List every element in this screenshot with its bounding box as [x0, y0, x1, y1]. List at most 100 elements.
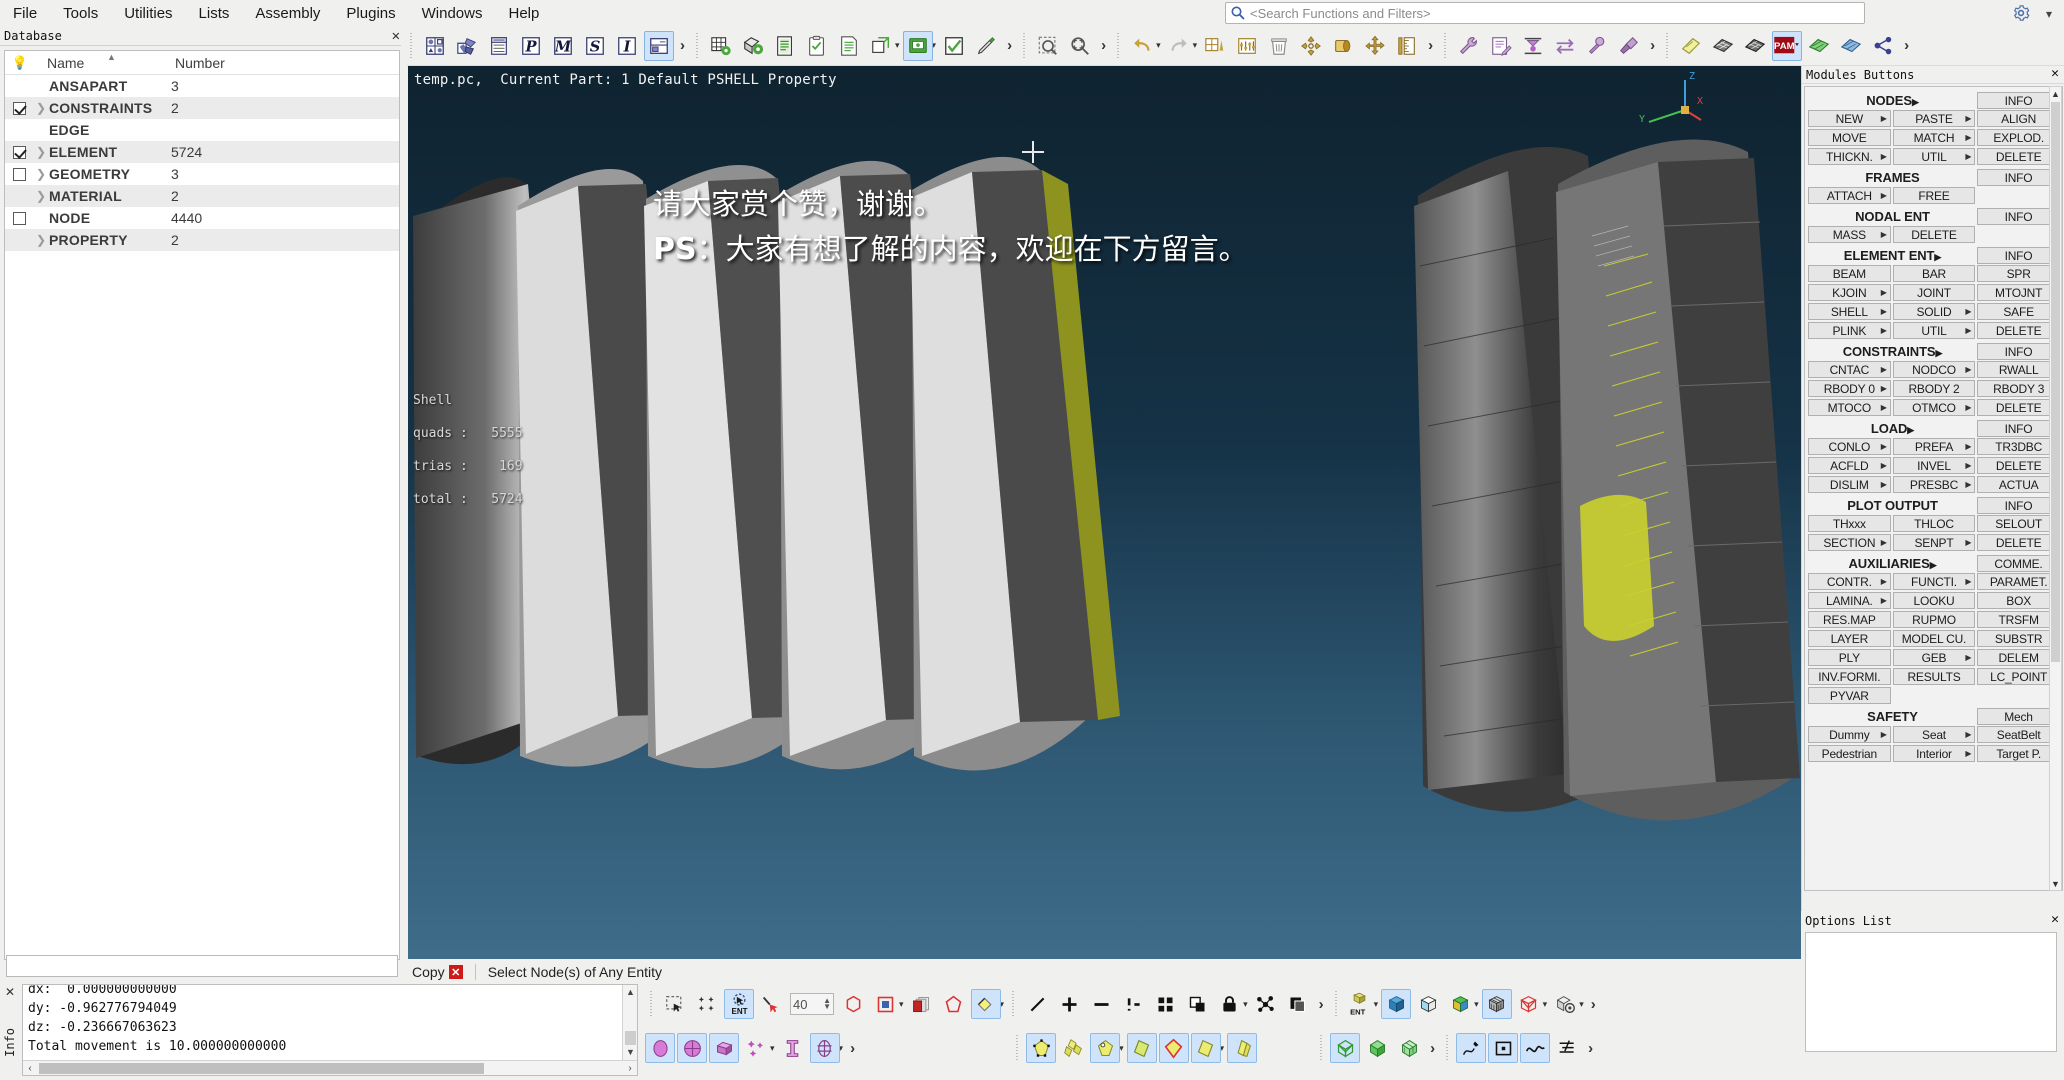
module-button[interactable]: RUPMO [1892, 611, 1976, 628]
module-button[interactable]: RBODY 0 ▶ [1808, 380, 1891, 397]
multi-move-nodes-icon[interactable] [741, 1033, 771, 1063]
module-button[interactable]: THLOC [1892, 515, 1976, 532]
submenu-triangle-icon[interactable]: ▶ [1965, 152, 1971, 161]
module-button[interactable]: SECTION ▶ [1808, 534, 1891, 551]
column-header-name[interactable]: Name ▲ [35, 52, 175, 71]
scroll-left-icon[interactable]: ‹ [23, 1061, 37, 1075]
submenu-triangle-icon[interactable]: ▶ [1965, 749, 1971, 758]
module-button[interactable]: UTIL ▶ [1892, 148, 1976, 165]
module-button[interactable]: DELETE [1977, 534, 2060, 551]
modules-scroll-thumb[interactable] [2051, 102, 2060, 662]
submenu-triangle-icon[interactable]: ▶ [1965, 442, 1971, 451]
submenu-triangle-icon[interactable]: ▶ [1965, 326, 1971, 335]
curve-edit-icon[interactable] [1552, 1033, 1582, 1063]
module-button[interactable]: DELETE [1977, 148, 2060, 165]
module-button[interactable]: MASS ▶ [1808, 226, 1891, 243]
toolbar-grip-4[interactable] [1115, 32, 1123, 59]
mesh-plate-blue-icon[interactable] [1836, 31, 1866, 61]
module-button[interactable]: GEB ▶ [1892, 649, 1976, 666]
menu-item-lists[interactable]: Lists [186, 2, 243, 25]
toolbar-group-solvers-more-icon[interactable]: › [1899, 37, 1914, 54]
angle-value-stepper[interactable]: 40 ▲ ▼ [790, 993, 834, 1015]
info-panel-close-icon[interactable]: ✕ [5, 985, 15, 999]
view-settings-gear-icon[interactable] [1550, 989, 1580, 1019]
database-tree[interactable]: 💡 Name ▲ Number ANSAPART 3 ❯ CONSTRAINTS 2 ED… [4, 50, 400, 960]
submenu-triangle-icon[interactable]: ▶ [1965, 365, 1971, 374]
submenu-triangle-icon[interactable]: ▶ [1881, 538, 1887, 547]
entity-select-ent-icon[interactable]: ENT [724, 989, 754, 1019]
stepper-arrows-icon[interactable]: ▲ ▼ [823, 997, 831, 1011]
point-square-icon[interactable] [1488, 1033, 1519, 1063]
subtract-minus-icon[interactable] [1086, 989, 1116, 1019]
quad-shell-alt-icon[interactable] [1190, 1033, 1221, 1063]
checkbox-empty-icon[interactable] [12, 211, 26, 225]
check-box-icon[interactable] [939, 31, 969, 61]
modules-scroll-down-icon[interactable]: ▼ [2050, 877, 2061, 890]
grid-blocks-icon[interactable] [1150, 989, 1180, 1019]
module-button[interactable]: FREE [1892, 187, 1976, 204]
material-m-icon[interactable]: M [548, 31, 578, 61]
module-button[interactable]: THxxx [1808, 515, 1891, 532]
sphere-primitive-icon[interactable] [645, 1033, 675, 1063]
menu-item-tools[interactable]: Tools [50, 2, 111, 25]
quad-shell-icon[interactable] [1126, 1033, 1157, 1063]
scroll-right-icon[interactable]: › [623, 1061, 637, 1075]
row-expander-icon[interactable]: ❯ [33, 233, 49, 247]
module-button[interactable]: LAMINA. ▶ [1808, 592, 1891, 609]
module-button[interactable]: SOLID ▶ [1892, 303, 1976, 320]
table-row[interactable]: ❯ PROPERTY 2 [5, 229, 399, 251]
menu-item-assembly[interactable]: Assembly [242, 2, 333, 25]
pick-line-icon[interactable] [756, 989, 786, 1019]
bottom-grip-4[interactable] [1014, 1035, 1022, 1061]
module-button[interactable]: Target P.▶ [1977, 745, 2060, 762]
menubar-overflow-chevron-icon[interactable]: ▾ [2046, 7, 2052, 21]
row-visibility-checkbox[interactable] [5, 167, 33, 181]
colored-view-icon[interactable] [1445, 989, 1475, 1019]
beam-orientation-icon[interactable] [809, 1033, 840, 1063]
bottom-grip-3[interactable] [1332, 991, 1340, 1017]
module-button[interactable]: DELETE [1892, 226, 1976, 243]
quad-shell-red-icon[interactable] [1158, 1033, 1189, 1063]
submenu-triangle-icon[interactable]: ▶ [1881, 442, 1887, 451]
redo-icon[interactable] [1164, 31, 1194, 61]
scroll-up-icon[interactable]: ▲ [623, 985, 637, 999]
module-button[interactable]: INV.FORMI. [1808, 668, 1891, 685]
submenu-triangle-icon[interactable]: ▶ [1965, 114, 1971, 123]
add-plus-icon[interactable] [1054, 989, 1084, 1019]
bottom-grip-5[interactable] [1318, 1035, 1326, 1061]
row-expander-icon[interactable]: ❯ [33, 145, 49, 159]
submenu-triangle-icon[interactable]: ▶ [1965, 307, 1971, 316]
scroll-thumb[interactable] [625, 1031, 636, 1045]
mesh-grid-gear-icon[interactable] [706, 31, 736, 61]
module-button[interactable]: RWALL [1977, 361, 2060, 378]
bottom-row1-view-more-icon[interactable]: › [1586, 996, 1601, 1013]
module-button[interactable]: SUBSTR [1977, 630, 2060, 647]
toolbar-group-mesh-more-icon[interactable]: › [1002, 37, 1017, 54]
hscroll-thumb[interactable] [39, 1063, 484, 1074]
submenu-triangle-icon[interactable]: ▶ [1965, 480, 1971, 489]
database-panel-close-icon[interactable]: ✕ [392, 28, 400, 44]
module-head-button[interactable]: INFO▶ [1977, 92, 2060, 109]
boundary-box-icon[interactable] [870, 989, 900, 1019]
table-row[interactable]: ❯ ELEMENT 5724 [5, 141, 399, 163]
set-s-icon[interactable]: S [580, 31, 610, 61]
move-translate-icon[interactable] [1360, 31, 1390, 61]
scroll-down-icon[interactable]: ▼ [623, 1045, 637, 1059]
connection-nodes-icon[interactable] [1251, 989, 1281, 1019]
module-button[interactable]: RES.MAP [1808, 611, 1891, 628]
delete-trash-icon[interactable] [1264, 31, 1294, 61]
mesh-solid-green-icon[interactable] [1394, 1033, 1424, 1063]
module-button[interactable]: THICKN. ▶ [1808, 148, 1891, 165]
submenu-triangle-icon[interactable]: ▶ [1881, 152, 1887, 161]
submenu-triangle-icon[interactable]: ▶ [1881, 326, 1887, 335]
options-list-close-icon[interactable]: ✕ [2051, 912, 2059, 927]
module-button[interactable]: EXPLOD.▶ [1977, 129, 2060, 146]
module-button[interactable]: RBODY 2 [1892, 380, 1976, 397]
module-button[interactable]: SAFE▶ [1977, 303, 2060, 320]
command-input[interactable] [6, 955, 398, 977]
module-button[interactable]: PARAMET. [1977, 573, 2060, 590]
module-button[interactable]: Interior ▶ [1892, 745, 1976, 762]
lock-icon[interactable] [1214, 989, 1244, 1019]
table-row[interactable]: ❯ MATERIAL 2 [5, 185, 399, 207]
beam-section-icon[interactable] [778, 1033, 808, 1063]
